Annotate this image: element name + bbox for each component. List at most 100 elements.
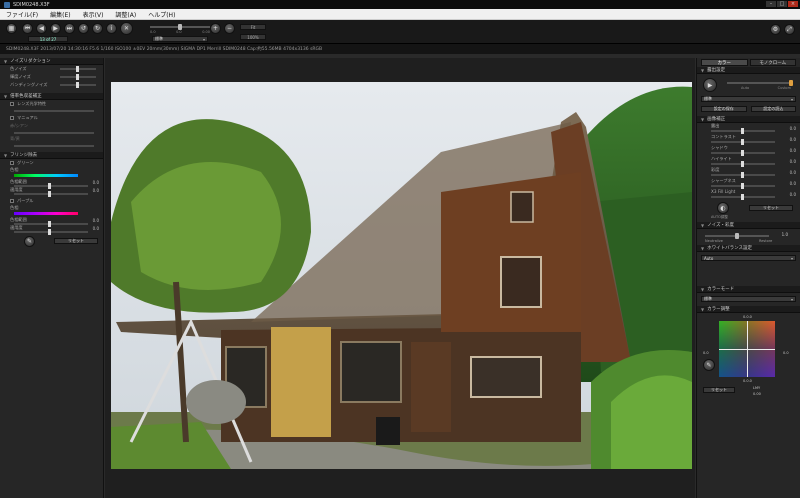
next-image-icon[interactable]: ▶	[50, 23, 61, 34]
settings-icon[interactable]: ⚙	[770, 24, 781, 35]
preview-image[interactable]	[111, 82, 692, 469]
color-adjust-header[interactable]: ▼ カラー調整	[697, 306, 800, 313]
luma-noise-slider[interactable]	[60, 74, 96, 80]
color-mode-dropdown[interactable]: 標準	[701, 296, 796, 302]
purple-row: パープル	[0, 197, 103, 205]
auto-adjust-icon[interactable]: ◐	[717, 202, 729, 214]
window-controls: – □ ×	[766, 1, 798, 7]
color-mode-header[interactable]: ▼ カラーモード	[697, 286, 800, 293]
shadow-slider[interactable]	[711, 150, 775, 156]
fill-light-slider[interactable]	[711, 194, 775, 200]
prev-image-icon[interactable]: ◀	[36, 23, 47, 34]
zoom-out-icon[interactable]: −	[224, 23, 235, 34]
wb-setting-header[interactable]: ▼ ホワイトバランス設定	[697, 245, 800, 252]
menu-adjust[interactable]: 調整(A)	[115, 10, 136, 19]
grid-view-icon[interactable]: ▦	[6, 23, 17, 34]
zoom-percent[interactable]: 100%	[240, 34, 266, 40]
purple-amount-slider[interactable]	[14, 229, 88, 235]
load-settings-button[interactable]: 設定の読込	[750, 106, 796, 112]
red-cyan-row: 赤/シアン	[0, 122, 103, 130]
saturation-row: 彩度 0.0	[697, 167, 800, 178]
wb-play-icon[interactable]: ▶	[703, 78, 717, 92]
wb-setting-dropdown[interactable]: Auto	[701, 255, 796, 261]
color-mode-title: カラーモード	[707, 287, 735, 292]
sharpness-row: シャープネス 0.0	[697, 178, 800, 189]
fringe-header[interactable]: ▼ フリンジ除去	[0, 152, 103, 159]
fill-light-value: 0.0	[789, 192, 796, 197]
blue-yellow-row: 青/黄	[0, 135, 103, 143]
slider-label-b: 0.0	[176, 30, 182, 34]
close-button[interactable]: ×	[788, 1, 798, 7]
ns-slider[interactable]	[705, 233, 769, 239]
eyedropper-icon[interactable]: ✎	[24, 236, 35, 247]
tab-color[interactable]: カラー	[701, 59, 748, 66]
wb-mode-dropdown[interactable]: 標準	[701, 96, 796, 102]
exposure-label: 露出	[711, 123, 720, 128]
image-info-text: SDIM0248.X3F 2013/07/20 14:30:16 F5.6 1/…	[6, 47, 323, 52]
info-icon[interactable]: i	[106, 23, 117, 34]
minimize-button[interactable]: –	[766, 1, 776, 7]
color-noise-slider[interactable]	[60, 66, 96, 72]
banding-noise-slider[interactable]	[60, 82, 96, 88]
color-wheel-pad[interactable]	[719, 321, 775, 377]
zoom-in-icon[interactable]: +	[210, 23, 221, 34]
red-cyan-slider[interactable]	[14, 131, 94, 134]
fill-light-row: X3 Fill Light 0.0	[697, 189, 800, 200]
first-image-icon[interactable]: ⏮	[22, 23, 33, 34]
shadow-value: 0.0	[789, 148, 796, 153]
color-reset-button[interactable]: リセット	[703, 387, 735, 393]
tab-monochrome[interactable]: モノクローム	[749, 59, 796, 66]
exposure-slider[interactable]	[150, 24, 210, 30]
purple-amount-row: 適用度 0.0	[0, 224, 103, 235]
saturation-slider[interactable]	[711, 172, 775, 178]
save-settings-button[interactable]: 設定の保存	[701, 106, 747, 112]
banding-noise-row: バンディングノイズ	[0, 81, 103, 89]
shadow-row: シャドウ 0.0	[697, 145, 800, 156]
manual-checkbox[interactable]	[10, 116, 14, 120]
mode-dropdown[interactable]: 標準	[152, 36, 208, 42]
highlight-slider[interactable]	[711, 161, 775, 167]
zoom-value[interactable]: Fit	[240, 24, 266, 30]
chromatic-aberration-header[interactable]: ▼ 倍率色収差補正	[0, 93, 103, 100]
ns-header[interactable]: ▼ ノイズ・彩度	[697, 222, 800, 229]
wb-label-auto: Auto	[741, 86, 750, 90]
menu-view[interactable]: 表示(V)	[83, 10, 104, 19]
tone-header[interactable]: ▼ 画像補正	[697, 116, 800, 123]
menu-file[interactable]: ファイル(F)	[6, 10, 38, 19]
green-checkbox[interactable]	[10, 161, 14, 165]
sharpness-slider[interactable]	[711, 183, 775, 189]
exposure-adjust-slider[interactable]	[711, 128, 775, 134]
contrast-value: 0.0	[789, 137, 796, 142]
purple-hue-gradient[interactable]	[14, 212, 78, 215]
lens-profile-checkbox[interactable]	[10, 102, 14, 106]
tone-reset-button[interactable]: リセット	[749, 205, 793, 211]
fringe-reset-button[interactable]: リセット	[54, 238, 98, 244]
ns-value: 1.0	[781, 232, 788, 237]
last-image-icon[interactable]: ⏭	[64, 23, 75, 34]
rotate-left-icon[interactable]: ↺	[78, 23, 89, 34]
slider-label-a: 0.0	[150, 30, 156, 34]
color-eyedropper-icon[interactable]: ✎	[703, 359, 715, 371]
lens-profile-slider[interactable]	[14, 110, 94, 112]
blue-yellow-slider[interactable]	[14, 144, 94, 147]
noise-reduction-header[interactable]: ▼ ノイズリダクション	[0, 58, 103, 65]
green-amount-slider[interactable]	[14, 191, 88, 197]
wb-title: 露出設定	[707, 68, 726, 73]
contrast-slider[interactable]	[711, 139, 775, 145]
rotate-right-icon[interactable]: ↻	[92, 23, 103, 34]
wb-header[interactable]: ▼ 露出設定	[697, 67, 800, 74]
contrast-label: コントラスト	[711, 134, 737, 139]
menu-help[interactable]: ヘルプ(H)	[148, 10, 175, 19]
purple-amount-value: 0.0	[92, 225, 99, 231]
shadow-label: シャドウ	[711, 145, 728, 150]
menu-edit[interactable]: 編集(E)	[50, 10, 70, 19]
green-amount-value: 0.0	[92, 187, 99, 193]
green-hue-gradient[interactable]	[14, 174, 78, 177]
purple-checkbox[interactable]	[10, 199, 14, 203]
maximize-button[interactable]: □	[777, 1, 787, 7]
noise-reduction-title: ノイズリダクション	[10, 59, 51, 64]
delete-icon[interactable]: ✕	[120, 22, 133, 35]
wb-slider[interactable]	[727, 80, 793, 86]
blue-yellow-label: 青/黄	[10, 136, 20, 141]
fullscreen-icon[interactable]: ⤢	[784, 24, 795, 35]
